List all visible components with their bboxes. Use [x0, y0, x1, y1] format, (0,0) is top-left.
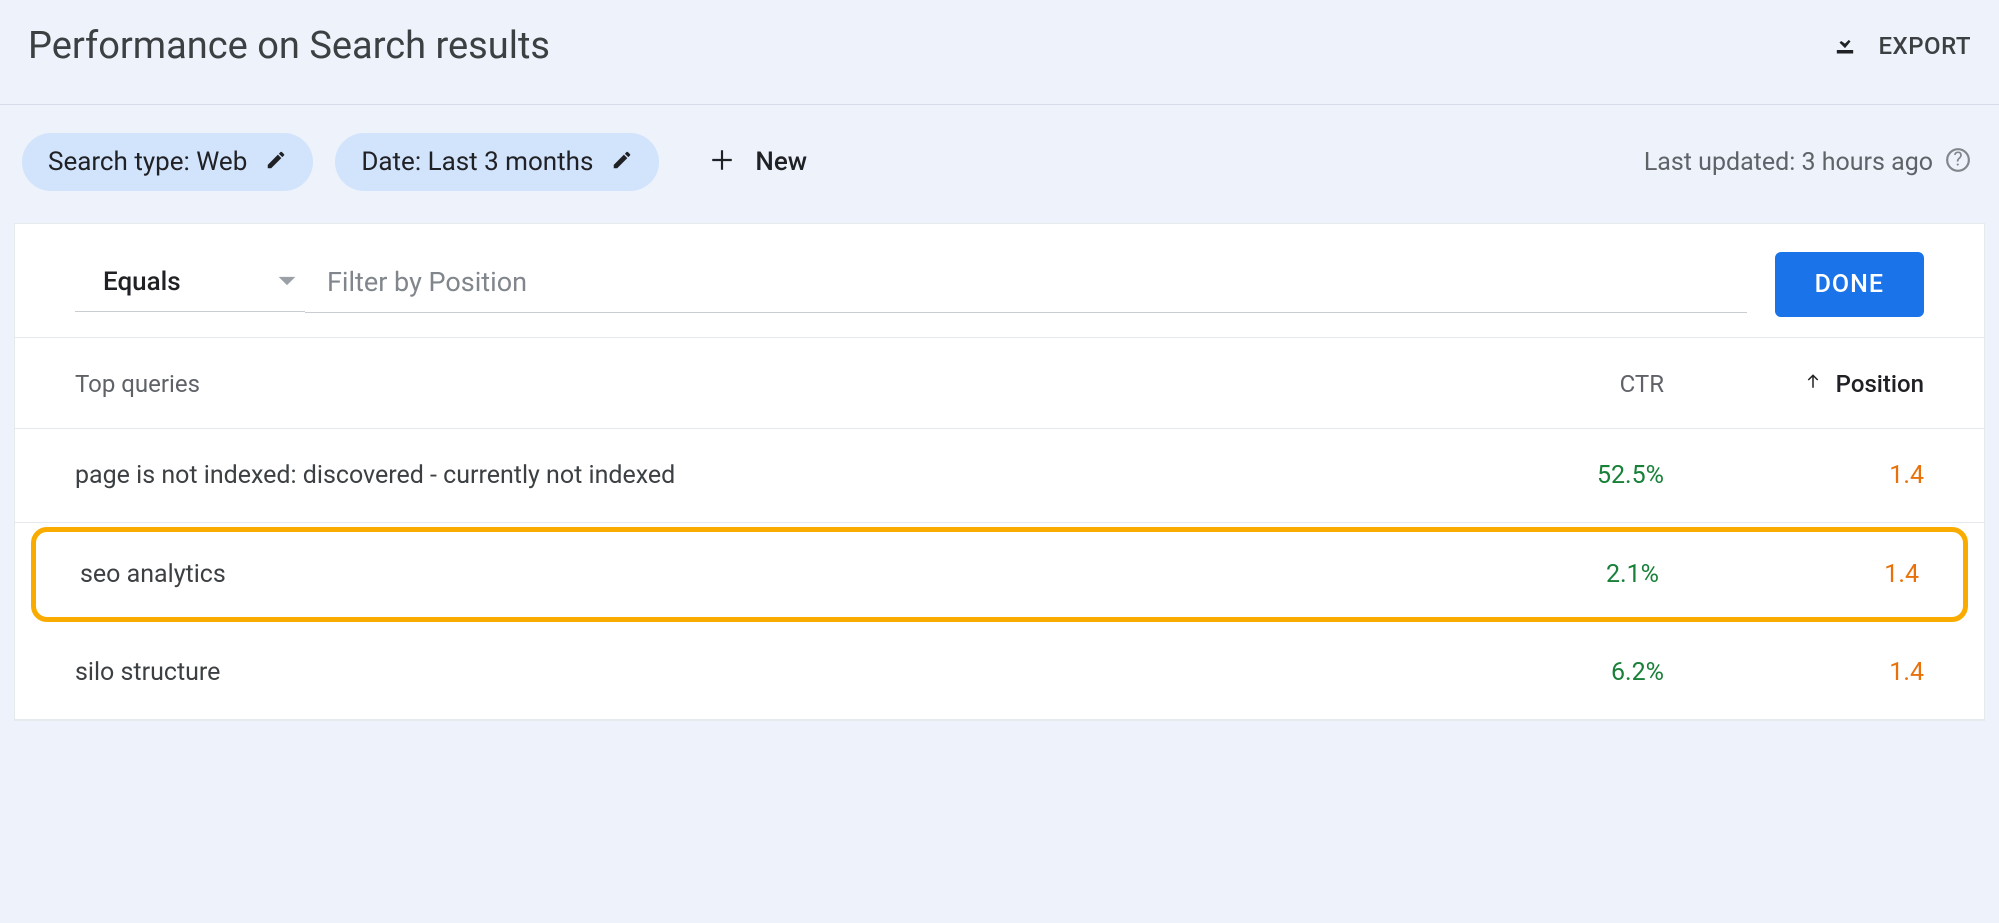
table-row[interactable]: seo analytics2.1%1.4	[15, 523, 1984, 626]
last-updated-wrap: Last updated: 3 hours ago ?	[1644, 147, 1971, 177]
arrow-up-icon	[1804, 370, 1822, 398]
filter-position-input[interactable]	[305, 256, 1747, 313]
table-header: Top queries CTR Position	[15, 337, 1984, 429]
filter-operator-label: Equals	[103, 267, 181, 297]
pencil-icon	[265, 149, 287, 175]
row-ctr: 52.5%	[1484, 461, 1664, 490]
row-position: 1.4	[1664, 461, 1924, 490]
page-header: Performance on Search results EXPORT	[0, 0, 1999, 105]
chevron-down-icon	[277, 273, 297, 292]
last-updated-text: Last updated: 3 hours ago	[1644, 148, 1933, 177]
download-icon	[1831, 29, 1859, 63]
page-title: Performance on Search results	[28, 24, 550, 68]
search-type-chip[interactable]: Search type: Web	[22, 133, 313, 191]
export-label: EXPORT	[1879, 32, 1972, 60]
col-header-position[interactable]: Position	[1664, 370, 1924, 398]
row-ctr: 2.1%	[1479, 560, 1659, 589]
row-query: page is not indexed: discovered - curren…	[75, 461, 1484, 490]
filters-left: Search type: Web Date: Last 3 months New	[22, 133, 821, 191]
search-type-label: Search type: Web	[48, 147, 247, 177]
filters-row: Search type: Web Date: Last 3 months New…	[0, 105, 1999, 219]
row-ctr: 6.2%	[1484, 658, 1664, 687]
svg-text:?: ?	[1953, 147, 1962, 170]
plus-icon	[709, 147, 735, 177]
row-query: seo analytics	[80, 560, 1479, 589]
app-container: Performance on Search results EXPORT Sea…	[0, 0, 1999, 721]
help-icon[interactable]: ?	[1945, 147, 1971, 177]
done-button[interactable]: DONE	[1775, 252, 1924, 317]
results-card: Equals DONE Top queries CTR Position pag…	[14, 223, 1985, 721]
col-header-queries[interactable]: Top queries	[75, 370, 1484, 398]
export-button[interactable]: EXPORT	[1831, 29, 1972, 63]
pencil-icon	[611, 149, 633, 175]
date-range-label: Date: Last 3 months	[361, 147, 593, 177]
new-filter-button[interactable]: New	[695, 137, 821, 187]
col-header-ctr[interactable]: CTR	[1484, 370, 1664, 398]
table-row[interactable]: silo structure6.2%1.4	[15, 626, 1984, 720]
filter-bar: Equals DONE	[15, 224, 1984, 337]
col-header-position-label: Position	[1836, 370, 1924, 398]
row-position: 1.4	[1659, 560, 1919, 589]
date-range-chip[interactable]: Date: Last 3 months	[335, 133, 659, 191]
highlighted-row-inner: seo analytics2.1%1.4	[31, 527, 1968, 622]
table-body: page is not indexed: discovered - curren…	[15, 429, 1984, 720]
row-position: 1.4	[1664, 658, 1924, 687]
new-filter-label: New	[755, 147, 807, 177]
filter-operator-select[interactable]: Equals	[75, 257, 305, 312]
table-row[interactable]: page is not indexed: discovered - curren…	[15, 429, 1984, 523]
row-query: silo structure	[75, 658, 1484, 687]
